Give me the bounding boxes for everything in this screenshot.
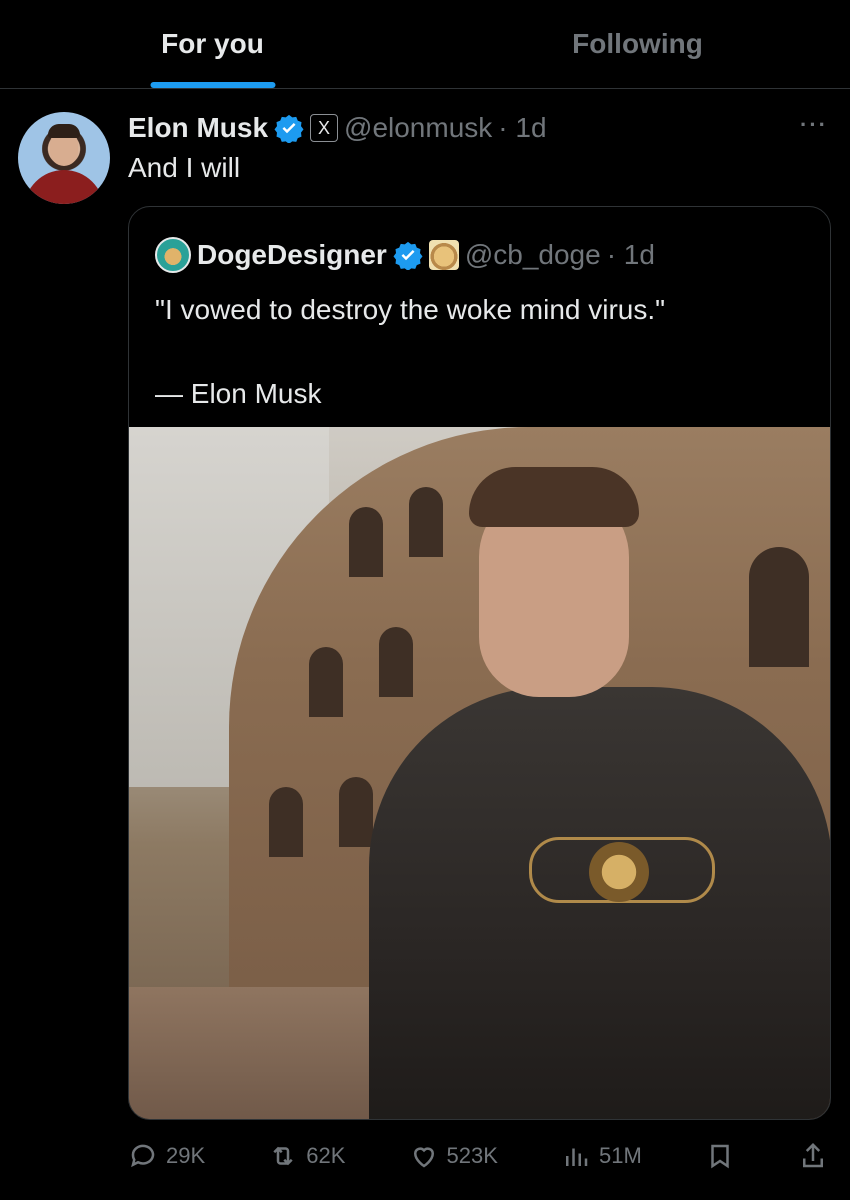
share-button[interactable] (798, 1141, 828, 1171)
colosseum-arch (269, 787, 303, 857)
like-count: 523K (446, 1143, 498, 1168)
quoted-tweet-time[interactable]: · 1d (607, 239, 655, 271)
colosseum-arch (339, 777, 373, 847)
verified-badge-icon (393, 241, 423, 270)
repost-button[interactable]: 62K (268, 1141, 345, 1171)
quoted-author-handle[interactable]: @cb_doge (465, 239, 601, 271)
tab-for-you[interactable]: For you (0, 0, 425, 88)
tweet-text: And I will (128, 152, 241, 183)
tweet-header: Elon Musk X @elonmusk · 1d (128, 110, 547, 146)
views-icon (565, 1148, 588, 1166)
quoted-tweet-image[interactable] (129, 427, 830, 1119)
quoted-tweet[interactable]: DogeDesigner @cb_doge · 1d "I vowed to d… (128, 206, 831, 1120)
author-handle[interactable]: @elonmusk (344, 112, 492, 144)
like-icon (413, 1147, 434, 1168)
bookmark-icon (711, 1144, 729, 1169)
quoted-tweet-header: DogeDesigner @cb_doge · 1d (155, 237, 655, 273)
repost-count: 62K (306, 1143, 346, 1168)
avatar[interactable] (18, 112, 110, 204)
avatar-shoulders (24, 170, 104, 204)
figure-armor (369, 687, 830, 1119)
quoted-author-name[interactable]: DogeDesigner (197, 239, 387, 271)
repost-icon (273, 1146, 293, 1166)
share-icon (802, 1142, 823, 1168)
tab-following-label: Following (572, 28, 703, 59)
views-button[interactable]: 51M (561, 1141, 642, 1171)
tweet[interactable]: Elon Musk X @elonmusk · 1d ··· And I wil… (0, 88, 850, 1200)
like-button[interactable]: 523K (409, 1141, 498, 1171)
tweet-time[interactable]: · 1d (498, 112, 546, 144)
reply-icon (131, 1144, 155, 1168)
verified-badge-icon (274, 114, 304, 143)
x-logo-icon: X (310, 114, 339, 142)
avatar-hair (48, 124, 80, 138)
quoted-avatar[interactable] (155, 237, 191, 273)
figure-hair (469, 467, 639, 527)
tab-following[interactable]: Following (425, 0, 850, 88)
figure-emblem (589, 842, 649, 902)
author-name[interactable]: Elon Musk (128, 112, 268, 144)
reply-button[interactable]: 29K (128, 1141, 205, 1171)
views-count: 51M (598, 1143, 642, 1168)
image-figure (369, 447, 830, 1119)
more-icon[interactable]: ··· (800, 112, 828, 138)
tweet-actions: 29K 62K 523K 51M (128, 1128, 828, 1184)
timeline-tabs: For you Following (0, 0, 850, 89)
tab-for-you-label: For you (161, 28, 264, 59)
reply-count: 29K (166, 1143, 206, 1168)
bookmark-button[interactable] (705, 1141, 735, 1171)
colosseum-arch (309, 647, 343, 717)
quoted-tweet-text: "I vowed to destroy the woke mind virus.… (155, 294, 666, 409)
doge-badge-icon (428, 240, 459, 270)
